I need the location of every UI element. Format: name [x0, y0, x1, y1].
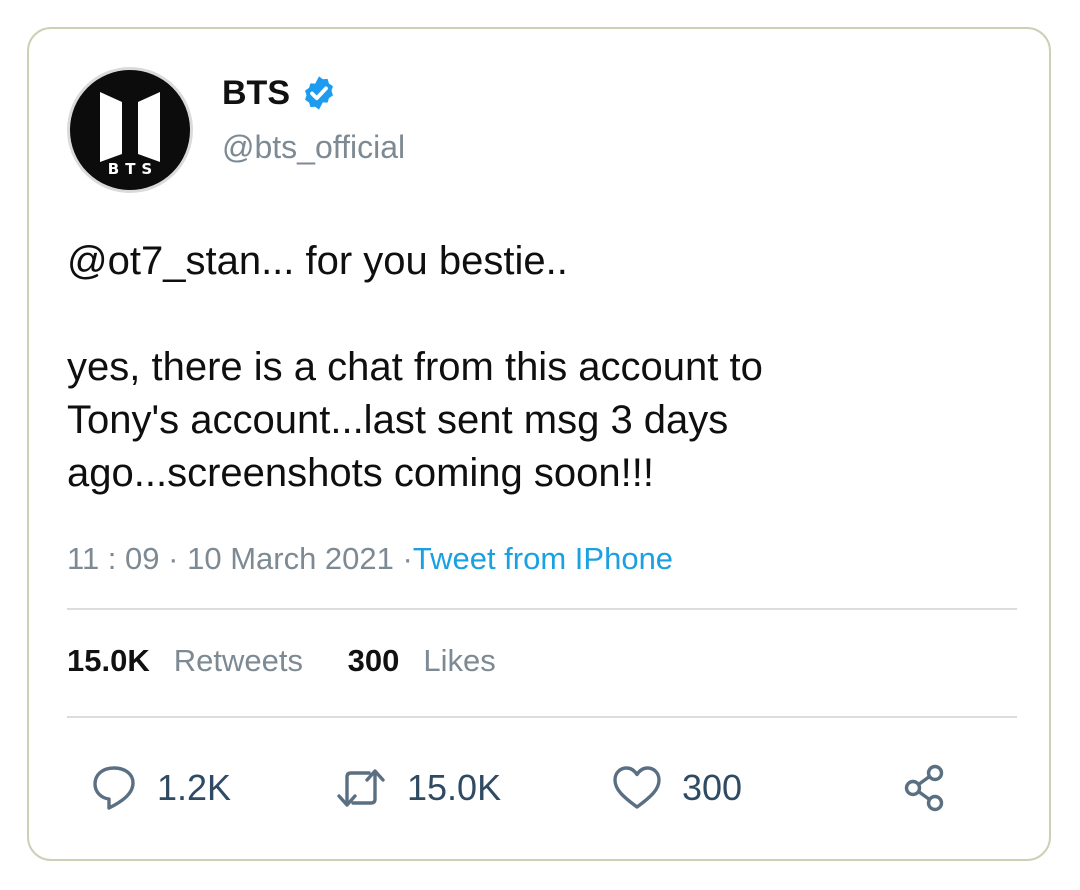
tweet-source-link[interactable]: Tweet from IPhone	[413, 541, 673, 576]
tweet-line: Tony's account...last sent msg 3 days	[67, 398, 729, 442]
retweets-label: Retweets	[173, 643, 303, 678]
retweet-button[interactable]: 15.0K	[335, 763, 501, 813]
share-icon	[904, 764, 944, 812]
retweets-stat[interactable]: 15.0K Retweets	[67, 643, 303, 679]
account-name-row: BTS	[222, 73, 338, 113]
like-button[interactable]: 300	[612, 763, 742, 813]
tweet-date: 10 March 2021	[187, 541, 394, 576]
account-handle[interactable]: @bts_official	[222, 129, 405, 166]
meta-separator: ·	[168, 541, 179, 576]
reply-icon	[93, 766, 135, 810]
divider	[67, 716, 1017, 718]
tweet-meta: 11 : 09 · 10 March 2021 ·Tweet from IPho…	[67, 541, 673, 577]
tweet-stats: 15.0K Retweets 300 Likes	[67, 643, 532, 679]
tweet-text: @ot7_stan... for you bestie.. yes, there…	[67, 235, 1027, 500]
tweet-time: 11 : 09	[67, 541, 160, 576]
bts-logo: BTS	[70, 70, 190, 190]
retweets-count: 15.0K	[67, 643, 150, 678]
like-count: 300	[682, 767, 743, 808]
retweet-count: 15.0K	[407, 767, 502, 808]
tweet-actions: 1.2K 15.0K 300	[29, 749, 1053, 829]
likes-count: 300	[347, 643, 400, 678]
tweet-line: yes, there is a chat from this account t…	[67, 345, 763, 389]
likes-label: Likes	[423, 643, 496, 678]
source-separator: ·	[402, 541, 413, 576]
reply-count: 1.2K	[157, 767, 232, 808]
tweet-card: BTS BTS @bts_official @ot7_stan... for y…	[27, 27, 1051, 861]
tweet-line: ago...screenshots coming soon!!!	[67, 451, 654, 495]
reply-button[interactable]: 1.2K	[91, 763, 231, 813]
likes-stat[interactable]: 300 Likes	[348, 643, 496, 679]
avatar-logo-text: BTS	[107, 160, 159, 178]
verified-badge-icon	[300, 74, 338, 112]
retweet-icon	[337, 769, 385, 807]
share-button[interactable]	[903, 763, 947, 813]
display-name[interactable]: BTS	[222, 74, 290, 113]
divider	[67, 608, 1017, 610]
like-icon	[613, 766, 661, 809]
avatar[interactable]: BTS	[67, 67, 193, 193]
tweet-line: @ot7_stan... for you bestie..	[67, 239, 568, 283]
